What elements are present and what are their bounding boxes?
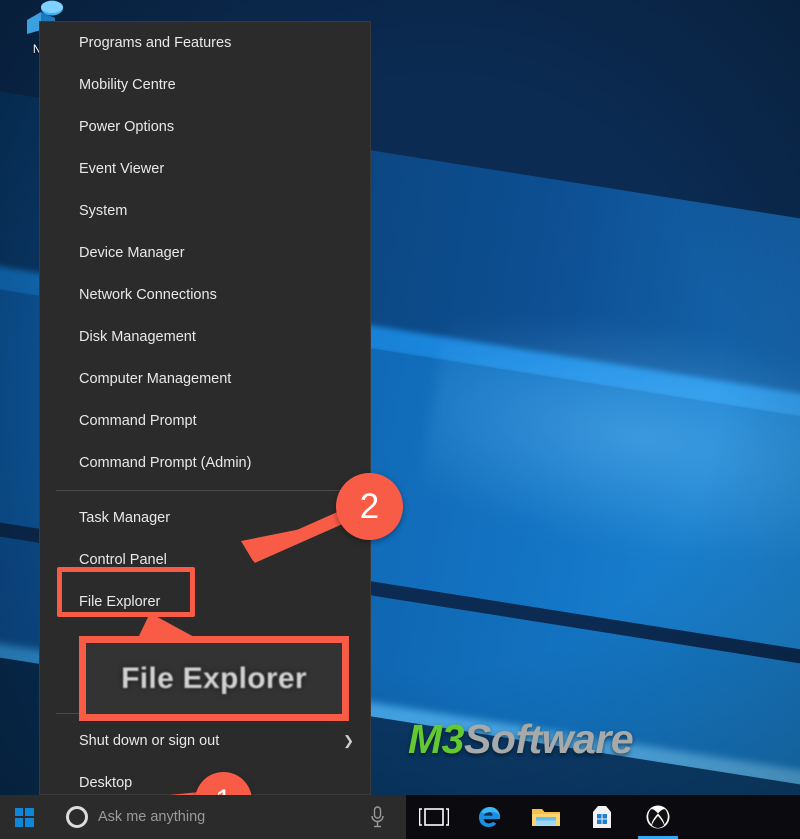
menu-item-computer-management[interactable]: Computer Management — [40, 358, 370, 400]
windows-logo-icon — [14, 807, 34, 827]
file-explorer-highlight-box — [57, 567, 195, 617]
file-explorer-icon[interactable] — [518, 795, 574, 839]
menu-item-disk-management[interactable]: Disk Management — [40, 316, 370, 358]
watermark-brand: M3 — [408, 716, 464, 762]
xbox-icon[interactable] — [630, 795, 686, 839]
cortana-search-box[interactable]: Ask me anything — [48, 795, 348, 839]
file-explorer-magnified-callout: File Explorer — [79, 636, 349, 721]
step-badge-2: 2 — [336, 473, 403, 540]
task-view-icon[interactable] — [406, 795, 462, 839]
search-input[interactable]: Ask me anything — [98, 809, 205, 825]
watermark-suffix: Software — [463, 716, 634, 762]
menu-item-command-prompt-admin[interactable]: Command Prompt (Admin) — [40, 442, 370, 484]
menu-item-shut-down-or-sign-out[interactable]: Shut down or sign out — [40, 720, 370, 762]
menu-item-network-connections[interactable]: Network Connections — [40, 274, 370, 316]
cortana-icon — [66, 806, 88, 828]
m3-software-watermark: M3Software — [408, 716, 634, 763]
menu-item-programs-and-features[interactable]: Programs and Features — [40, 22, 370, 64]
menu-item-event-viewer[interactable]: Event Viewer — [40, 148, 370, 190]
menu-item-task-manager[interactable]: Task Manager — [40, 497, 370, 539]
taskbar[interactable]: Ask me anything — [0, 795, 800, 839]
start-button[interactable] — [0, 795, 48, 839]
menu-item-device-manager[interactable]: Device Manager — [40, 232, 370, 274]
microsoft-edge-icon[interactable] — [462, 795, 518, 839]
menu-item-command-prompt[interactable]: Command Prompt — [40, 400, 370, 442]
menu-separator — [56, 490, 346, 491]
menu-item-mobility-centre[interactable]: Mobility Centre — [40, 64, 370, 106]
menu-item-power-options[interactable]: Power Options — [40, 106, 370, 148]
menu-item-system[interactable]: System — [40, 190, 370, 232]
taskbar-pinned-apps[interactable] — [406, 795, 686, 839]
microsoft-store-icon[interactable] — [574, 795, 630, 839]
microphone-icon[interactable] — [348, 795, 406, 839]
magnified-label: File Explorer — [121, 661, 307, 695]
